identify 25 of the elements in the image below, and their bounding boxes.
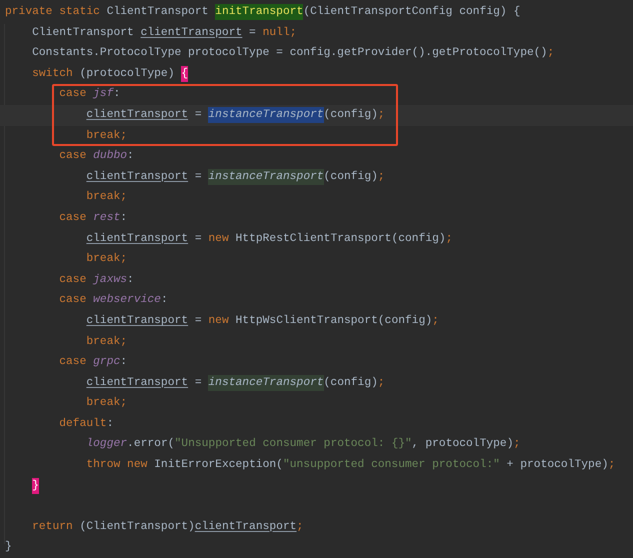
code-line: return (ClientTransport)clientTransport; — [32, 520, 304, 535]
code-line: case webservice: — [59, 292, 168, 308]
code-line: case dubbo: — [59, 148, 134, 164]
code-line: throw new InitErrorException("unsupported consumer protocol:" + protocolType); — [86, 458, 616, 474]
code-line: clientTransport = instanceTransport(config); — [86, 374, 385, 393]
code-line: break; — [86, 252, 128, 268]
code-line: break; — [86, 334, 128, 350]
code-line: clientTransport = new HttpWsClientTransport(config); — [86, 314, 439, 329]
code-line: Constants.ProtocolType protocolType = config.getProvider().getProtocolType(); — [32, 46, 554, 62]
code-line: default: — [59, 416, 114, 432]
code-line: private static ClientTransport initTransport(ClientTransportConfig config) { — [5, 3, 520, 22]
code-line: break; — [86, 190, 128, 206]
code-line: break; — [86, 396, 128, 412]
code-line: logger.error("Unsupported consumer protocol: {}", protocolType); — [86, 436, 520, 452]
code-line: case rest: — [59, 210, 128, 226]
code-line: clientTransport = instanceTransport(config); — [86, 106, 385, 125]
code-line: clientTransport = instanceTransport(config); — [86, 168, 385, 187]
code-line: switch (protocolType) { — [32, 64, 188, 84]
code-line: case jsf: — [59, 86, 120, 102]
code-line: case jaxws: — [59, 272, 134, 288]
code-line: } — [5, 540, 12, 556]
code-line: case grpc: — [59, 355, 128, 370]
code-line: ClientTransport clientTransport = null; — [32, 26, 297, 41]
code-line: break; — [86, 128, 128, 144]
code-line: clientTransport = new HttpRestClientTransport(config); — [86, 232, 452, 247]
